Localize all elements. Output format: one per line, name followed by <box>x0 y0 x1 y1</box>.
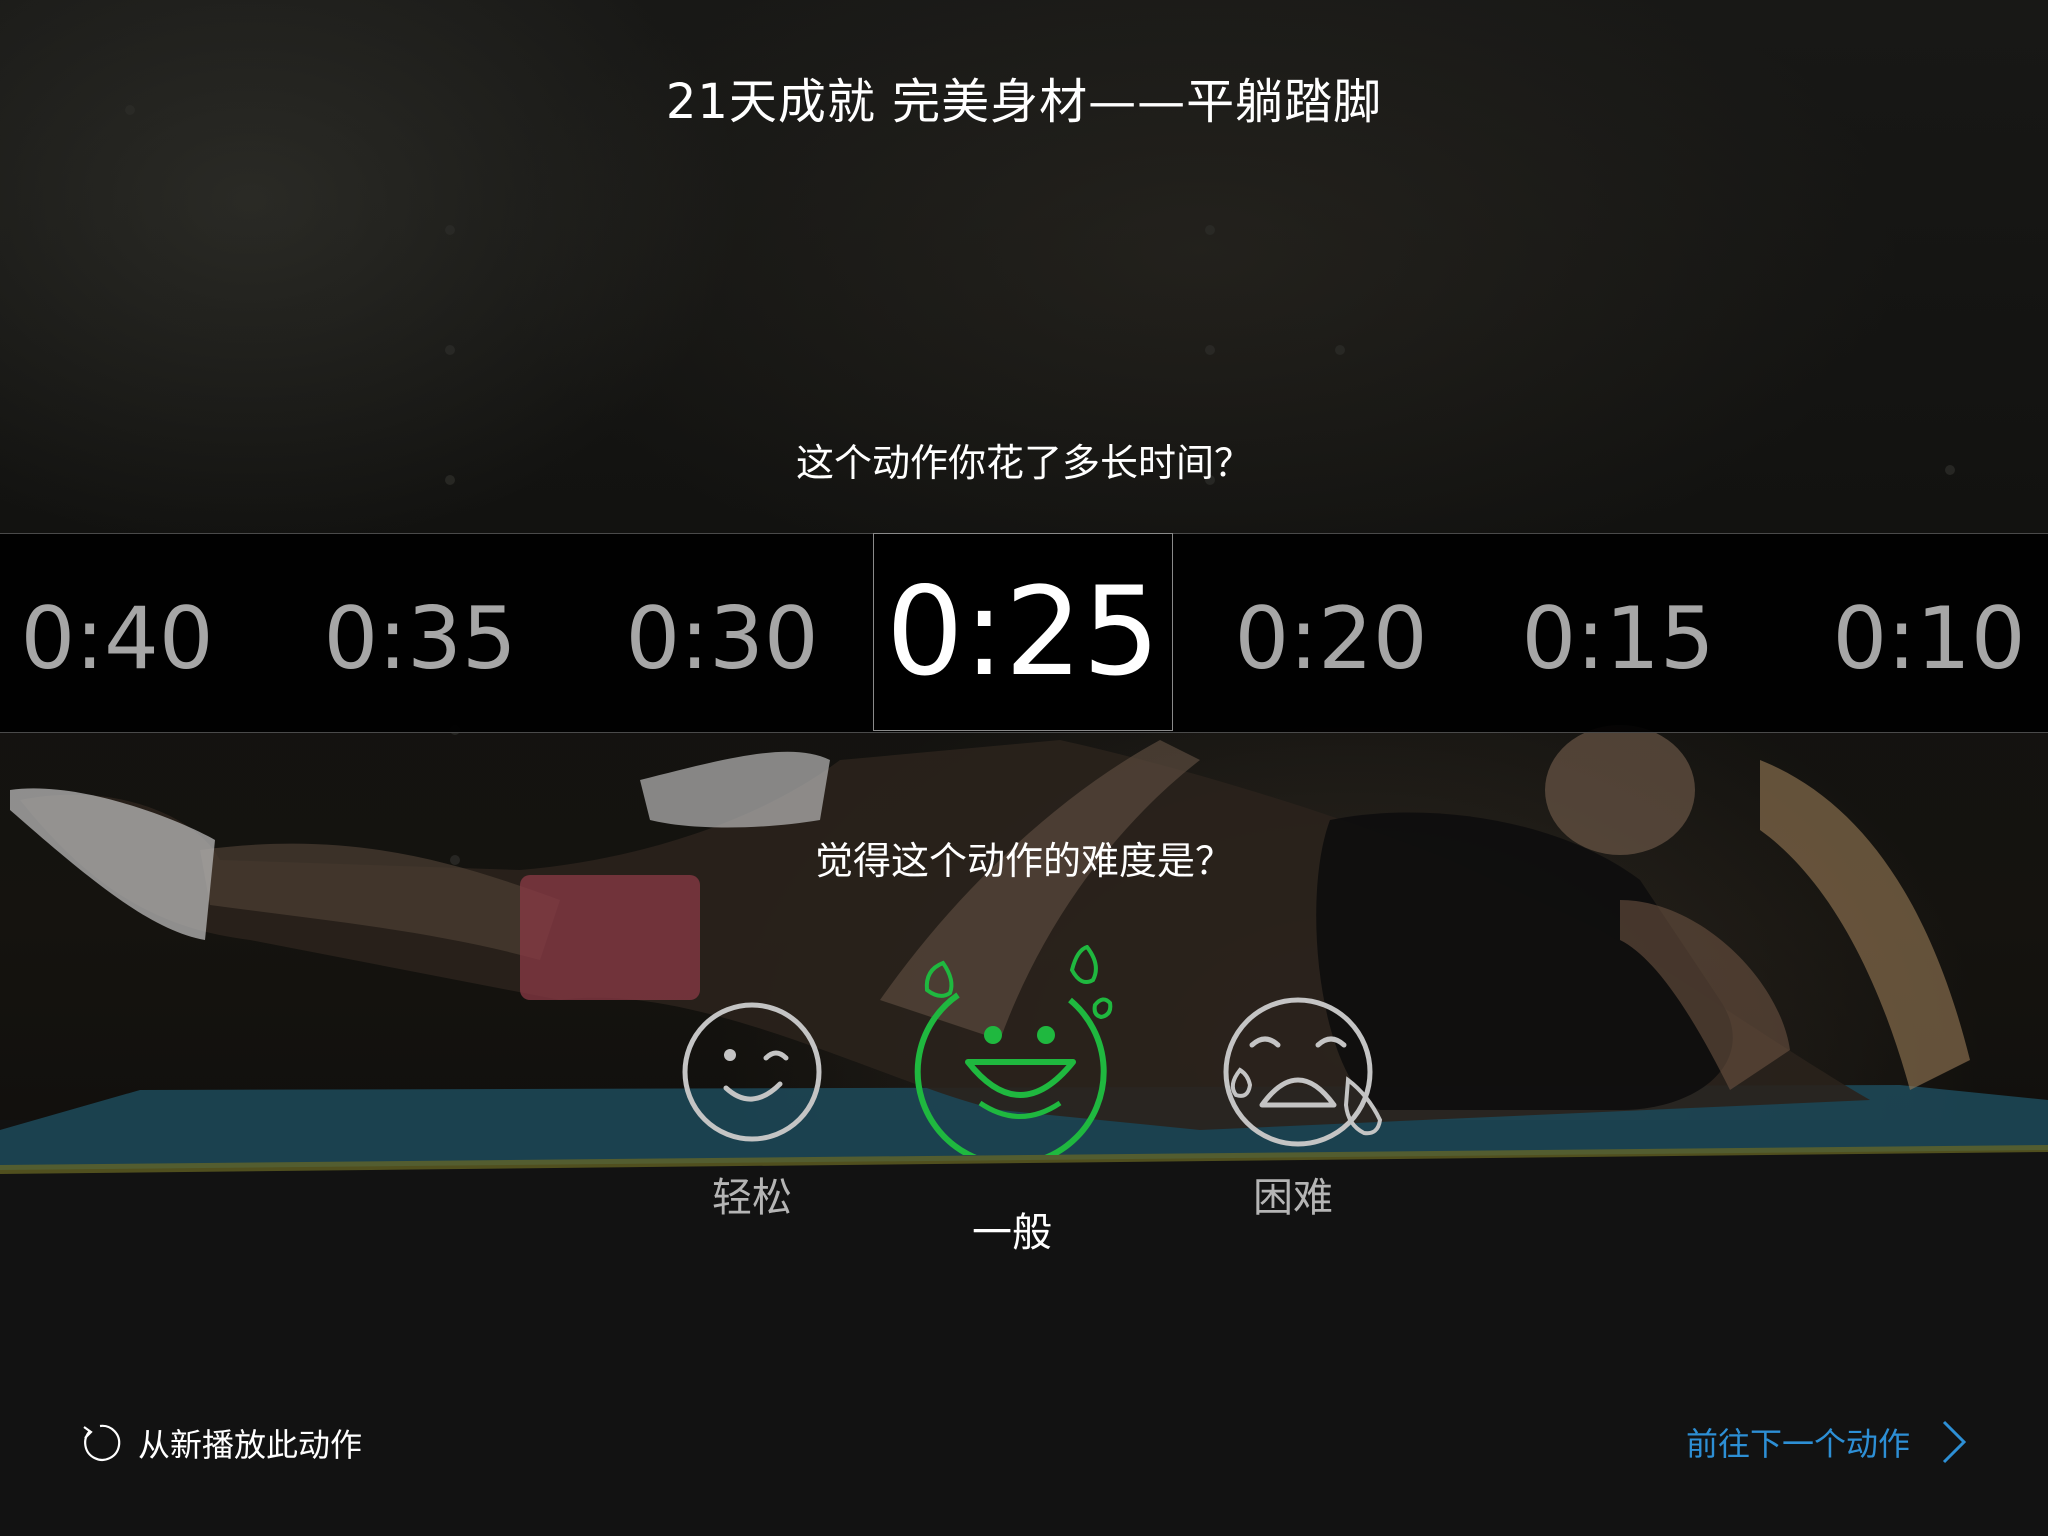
laughing-sweat-face-icon <box>914 944 1113 1168</box>
time-option-0-20[interactable]: 0:20 <box>1234 589 1427 689</box>
replay-label: 从新播放此动作 <box>138 1426 363 1464</box>
next-exercise-label: 前往下一个动作 <box>1685 1425 1910 1463</box>
replay-button[interactable]: 从新播放此动作 <box>78 1420 362 1466</box>
difficulty-medium-button[interactable] <box>905 944 1115 1168</box>
difficulty-medium-label: 一般 <box>972 1210 1052 1256</box>
difficulty-question: 觉得这个动作的难度是？ <box>814 839 1233 883</box>
time-option-0-15[interactable]: 0:15 <box>1521 589 1714 689</box>
time-option-0-30[interactable]: 0:30 <box>625 589 818 689</box>
next-exercise-button[interactable]: 前往下一个动作 <box>1686 1418 1968 1466</box>
difficulty-easy-button[interactable] <box>680 1000 824 1148</box>
difficulty-hard-button[interactable] <box>1220 995 1385 1154</box>
exercise-feedback-screen: 21天成就 完美身材——平躺踏脚 这个动作你花了多长时间？ 0:40 0:35 … <box>0 0 2048 1536</box>
chevron-right-icon <box>1942 1420 1967 1464</box>
crying-face-icon <box>1223 997 1383 1147</box>
replay-icon <box>83 1424 121 1461</box>
page-title: 21天成就 完美身材——平躺踏脚 <box>665 74 1383 130</box>
time-question: 这个动作你花了多长时间？ <box>795 441 1252 485</box>
wink-face-icon <box>682 1002 822 1142</box>
time-option-0-10[interactable]: 0:10 <box>1832 589 2025 689</box>
time-option-selected[interactable]: 0:25 <box>873 533 1173 731</box>
difficulty-easy-label: 轻松 <box>712 1175 792 1221</box>
background-photo <box>0 95 2048 1536</box>
time-picker[interactable]: 0:40 0:35 0:30 0:25 0:20 0:15 0:10 <box>0 533 2048 733</box>
time-option-0-40[interactable]: 0:40 <box>20 589 213 689</box>
time-option-0-35[interactable]: 0:35 <box>323 589 516 689</box>
difficulty-hard-label: 困难 <box>1253 1175 1333 1221</box>
